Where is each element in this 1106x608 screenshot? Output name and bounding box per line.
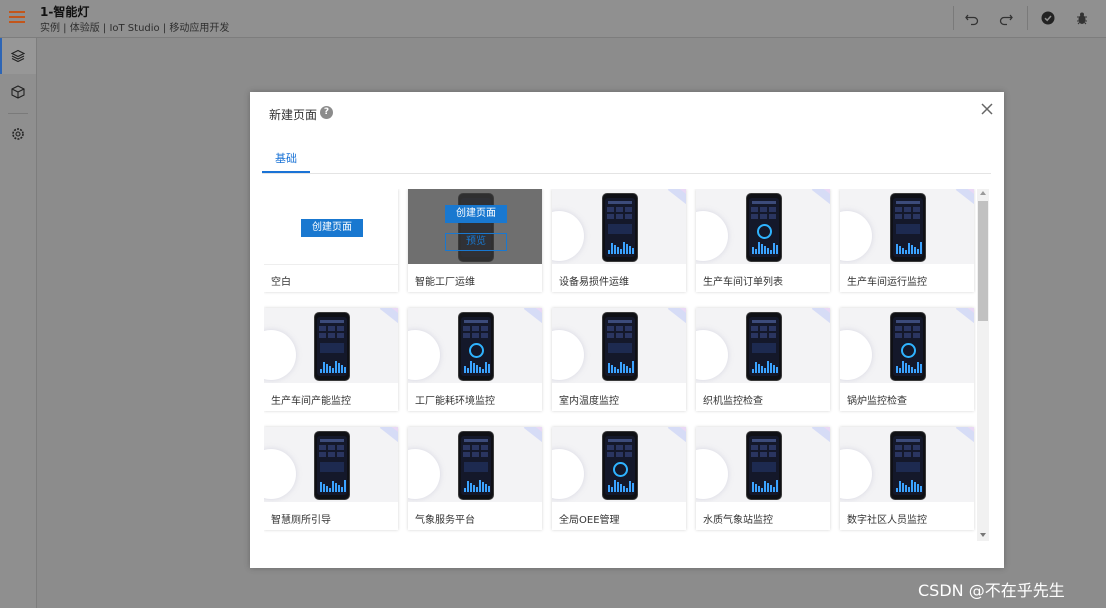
template-card[interactable]: 生产车间运行监控 bbox=[840, 189, 974, 292]
template-label: 水质气象站监控 bbox=[703, 515, 773, 526]
template-label: 气象服务平台 bbox=[415, 515, 475, 526]
phone-preview bbox=[890, 193, 926, 262]
phone-preview bbox=[890, 431, 926, 500]
template-card[interactable]: 创建页面 空白 bbox=[264, 189, 398, 292]
template-card[interactable]: 智慧厕所引导 bbox=[264, 427, 398, 530]
template-grid: 创建页面 空白 创建页面 预览 智能工厂运维 设备易损件运维 生产车间订单列表 … bbox=[264, 189, 976, 541]
template-label: 生产车间运行监控 bbox=[847, 277, 927, 288]
create-page-button[interactable]: 创建页面 bbox=[445, 205, 507, 223]
sidebar-item-layers[interactable] bbox=[0, 38, 36, 74]
template-card[interactable]: 织机监控检查 bbox=[696, 308, 830, 411]
phone-preview bbox=[602, 312, 638, 381]
template-card[interactable]: 气象服务平台 bbox=[408, 427, 542, 530]
toolbar-divider bbox=[1027, 6, 1028, 30]
new-page-dialog: 新建页面 ? 基础 创建页面 空白 创建页面 预览 智能工厂运维 设备易损件运维 bbox=[250, 92, 1004, 568]
help-icon[interactable]: ? bbox=[320, 106, 333, 119]
app-breadcrumb: 实例 | 体验版 | IoT Studio | 移动应用开发 bbox=[40, 23, 230, 34]
sidebar-divider bbox=[8, 113, 28, 114]
template-thumbnail bbox=[408, 427, 542, 502]
template-card[interactable]: 锅炉监控检查 bbox=[840, 308, 974, 411]
close-icon[interactable] bbox=[978, 100, 996, 118]
cube-icon bbox=[11, 85, 25, 99]
template-label: 工厂能耗环境监控 bbox=[415, 396, 495, 407]
layers-icon bbox=[11, 49, 25, 63]
template-thumbnail bbox=[696, 308, 830, 383]
toolbar-divider bbox=[953, 6, 954, 30]
template-label: 生产车间订单列表 bbox=[703, 277, 783, 288]
template-card[interactable]: 水质气象站监控 bbox=[696, 427, 830, 530]
template-thumbnail bbox=[696, 427, 830, 502]
template-card[interactable]: 工厂能耗环境监控 bbox=[408, 308, 542, 411]
template-thumbnail bbox=[840, 189, 974, 264]
template-label: 生产车间产能监控 bbox=[271, 396, 351, 407]
tab-bar: 基础 bbox=[262, 148, 991, 174]
phone-preview bbox=[602, 431, 638, 500]
create-page-button[interactable]: 创建页面 bbox=[301, 219, 363, 237]
scroll-down-icon[interactable] bbox=[980, 533, 986, 537]
template-thumbnail bbox=[264, 427, 398, 502]
template-label: 智慧厕所引导 bbox=[271, 515, 331, 526]
phone-preview bbox=[314, 431, 350, 500]
scroll-thumb[interactable] bbox=[978, 201, 988, 321]
scroll-up-icon[interactable] bbox=[980, 191, 986, 195]
preview-button[interactable]: 预览 bbox=[445, 233, 507, 251]
settings-icon bbox=[12, 128, 24, 140]
phone-preview bbox=[746, 193, 782, 262]
template-card[interactable]: 创建页面 预览 智能工厂运维 bbox=[408, 189, 542, 292]
phone-preview bbox=[890, 312, 926, 381]
template-label: 锅炉监控检查 bbox=[847, 396, 907, 407]
template-label: 全局OEE管理 bbox=[559, 515, 620, 526]
menu-icon[interactable] bbox=[9, 10, 25, 24]
phone-preview bbox=[458, 431, 494, 500]
undo-icon[interactable] bbox=[963, 9, 981, 27]
sidebar-item-settings[interactable] bbox=[0, 116, 36, 152]
redo-icon[interactable] bbox=[997, 9, 1015, 27]
top-bar: 1-智能灯 实例 | 体验版 | IoT Studio | 移动应用开发 bbox=[0, 0, 1106, 38]
phone-preview bbox=[458, 312, 494, 381]
template-label: 数字社区人员监控 bbox=[847, 515, 927, 526]
phone-preview bbox=[746, 312, 782, 381]
check-circle-icon[interactable] bbox=[1039, 9, 1057, 27]
template-scrollbar[interactable] bbox=[977, 189, 989, 541]
phone-preview bbox=[314, 312, 350, 381]
template-label: 设备易损件运维 bbox=[559, 277, 629, 288]
template-thumbnail bbox=[840, 308, 974, 383]
template-thumbnail bbox=[840, 427, 974, 502]
template-card[interactable]: 设备易损件运维 bbox=[552, 189, 686, 292]
template-thumbnail bbox=[552, 308, 686, 383]
template-thumbnail bbox=[264, 308, 398, 383]
app-title: 1-智能灯 bbox=[40, 5, 90, 19]
template-thumbnail bbox=[552, 189, 686, 264]
template-card[interactable]: 全局OEE管理 bbox=[552, 427, 686, 530]
template-thumbnail bbox=[696, 189, 830, 264]
template-label: 织机监控检查 bbox=[703, 396, 763, 407]
dialog-title: 新建页面 bbox=[269, 108, 318, 122]
watermark: CSDN @不在乎先生 bbox=[918, 581, 1065, 600]
hover-overlay bbox=[408, 189, 542, 264]
template-label: 空白 bbox=[271, 277, 291, 288]
template-thumbnail bbox=[408, 308, 542, 383]
sidebar-item-components[interactable] bbox=[0, 74, 36, 110]
phone-preview bbox=[602, 193, 638, 262]
bug-icon[interactable] bbox=[1073, 9, 1091, 27]
template-card[interactable]: 室内温度监控 bbox=[552, 308, 686, 411]
phone-preview bbox=[746, 431, 782, 500]
left-sidebar bbox=[0, 38, 37, 608]
template-thumbnail: 创建页面 bbox=[264, 189, 398, 265]
template-label: 智能工厂运维 bbox=[415, 277, 475, 288]
template-thumbnail bbox=[552, 427, 686, 502]
template-card[interactable]: 生产车间产能监控 bbox=[264, 308, 398, 411]
template-card[interactable]: 数字社区人员监控 bbox=[840, 427, 974, 530]
template-thumbnail: 创建页面 预览 bbox=[408, 189, 542, 264]
template-label: 室内温度监控 bbox=[559, 396, 619, 407]
template-card[interactable]: 生产车间订单列表 bbox=[696, 189, 830, 292]
tab-basic[interactable]: 基础 bbox=[262, 148, 310, 173]
